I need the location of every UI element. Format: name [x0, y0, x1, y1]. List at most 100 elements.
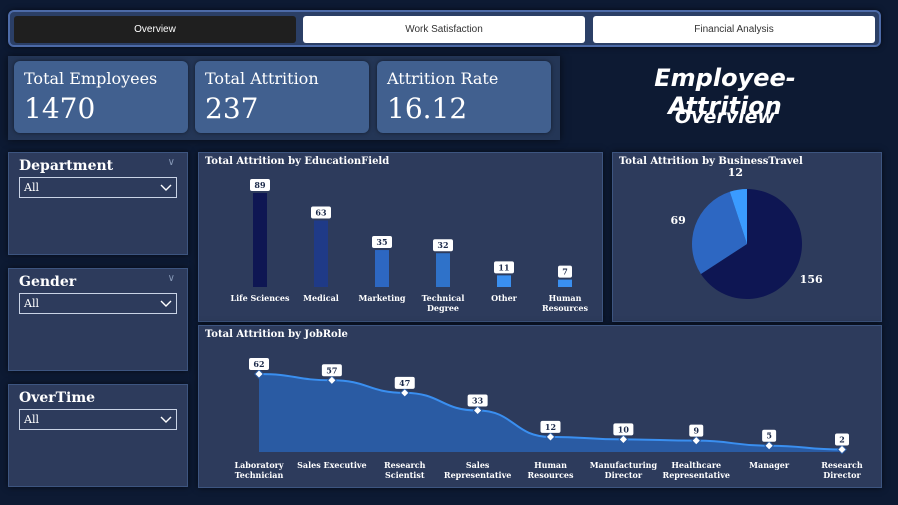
area-value-label: 9 — [689, 424, 704, 437]
bar[interactable] — [436, 253, 450, 287]
chevron-down-icon — [160, 184, 172, 191]
kpi-total-employees: Total Employees 1470 — [14, 61, 188, 133]
category-label: Marketing — [358, 293, 405, 303]
area-chart-svg: 62 LaboratoryTechnician 57 Sales Executive 4… — [234, 358, 863, 480]
overtime-dropdown[interactable]: All — [19, 409, 177, 430]
kpi-label: Total Attrition — [205, 69, 319, 88]
dropdown-value: All — [24, 413, 39, 426]
category-label: Medical — [303, 293, 339, 303]
page-subtitle: Overview — [674, 106, 776, 128]
category-label: Resources — [527, 470, 574, 480]
category-label: Research — [821, 460, 863, 470]
dropdown-value: All — [24, 181, 39, 194]
category-label: Healthcare — [671, 460, 721, 470]
category-label: Human — [549, 293, 582, 303]
slicer-title: Gender — [19, 274, 77, 290]
data-label: 10 — [618, 424, 630, 434]
kpi-attrition-rate: Attrition Rate 16.12 — [377, 61, 551, 133]
area-value-label: 2 — [835, 433, 849, 446]
chevron-down-icon — [160, 416, 172, 423]
bar[interactable] — [314, 220, 328, 287]
pie-value-label: 12 — [728, 166, 743, 179]
kpi-value: 1470 — [24, 92, 96, 125]
pie-chart-svg: 156 69 12 — [670, 166, 823, 299]
business-travel-chart: Total Attrition by BusinessTravel 156 69 1… — [612, 152, 882, 322]
chevron-down-icon[interactable]: ∨ — [168, 157, 175, 168]
page-tabs: Overview Work Satisfaction Financial Ana… — [8, 10, 881, 47]
slicer-gender: Gender ∨ All — [8, 268, 188, 371]
data-label: 89 — [254, 180, 266, 190]
data-label: 32 — [437, 240, 448, 250]
data-label: 11 — [498, 262, 509, 272]
kpi-total-attrition: Total Attrition 237 — [195, 61, 369, 133]
tab-financial-analysis[interactable]: Financial Analysis — [593, 16, 875, 43]
data-label: 63 — [315, 207, 327, 217]
slicer-title: OverTime — [19, 390, 96, 406]
category-label: Human — [534, 460, 567, 470]
category-label: Degree — [427, 303, 459, 313]
category-label: Sales — [466, 460, 490, 470]
bar-value-label: 35 — [372, 236, 392, 249]
data-label: 2 — [839, 434, 845, 444]
tab-overview[interactable]: Overview — [14, 16, 296, 43]
data-label: 47 — [399, 378, 410, 388]
slicer-department: Department ∨ All — [8, 152, 188, 255]
category-label: Scientist — [385, 470, 425, 480]
category-label: Manager — [749, 460, 790, 470]
kpi-label: Total Employees — [24, 69, 158, 88]
data-label: 7 — [562, 267, 568, 277]
data-label: 35 — [376, 237, 387, 247]
bar-value-label: 11 — [494, 261, 514, 274]
pie-value-label: 156 — [800, 273, 823, 286]
bar-value-label: 7 — [558, 265, 572, 278]
data-label: 5 — [766, 431, 772, 441]
kpi-label: Attrition Rate — [387, 69, 499, 88]
chevron-down-icon — [160, 300, 172, 307]
data-label: 9 — [693, 426, 699, 436]
area-value-label: 5 — [762, 429, 777, 442]
data-label: 57 — [326, 365, 337, 375]
area-value-label: 47 — [394, 376, 415, 389]
area-value-label: 57 — [321, 364, 342, 377]
bar[interactable] — [497, 275, 511, 287]
area-value-label: 10 — [613, 423, 634, 436]
category-label: Manufacturing — [590, 460, 658, 470]
category-label: Director — [823, 470, 861, 480]
slicer-title: Department — [19, 158, 114, 174]
area-point[interactable] — [837, 444, 847, 455]
category-label: Director — [605, 470, 643, 480]
pie-value-label: 69 — [670, 214, 685, 227]
category-label: Technician — [235, 470, 284, 480]
bar-value-label: 89 — [250, 179, 270, 191]
job-role-chart: Total Attrition by JobRole 62 Laboratory T… — [198, 325, 882, 488]
category-label: Research — [384, 460, 426, 470]
category-label: Representative — [663, 470, 730, 480]
dropdown-value: All — [24, 297, 39, 310]
area-value-label: 12 — [540, 420, 561, 433]
tab-work-satisfaction[interactable]: Work Satisfaction — [303, 16, 585, 43]
slicer-overtime: OverTime All — [8, 384, 188, 487]
department-dropdown[interactable]: All — [19, 177, 177, 198]
gender-dropdown[interactable]: All — [19, 293, 177, 314]
education-field-chart: Total Attrition by EducationField 89 Life… — [198, 152, 603, 322]
bar[interactable] — [375, 250, 389, 287]
category-label: Technical — [422, 293, 465, 303]
category-label: Sales Executive — [297, 460, 367, 470]
category-label: Laboratory — [234, 460, 283, 470]
chevron-down-icon[interactable]: ∨ — [168, 273, 175, 284]
data-label: 62 — [253, 359, 264, 369]
data-label: 33 — [472, 395, 484, 405]
area-value-label: 62 — [249, 358, 269, 370]
kpi-value: 16.12 — [387, 92, 468, 125]
bar[interactable] — [253, 193, 267, 287]
category-label: Other — [491, 293, 518, 303]
bar-value-label: 63 — [311, 206, 331, 219]
area-value-label: 33 — [467, 394, 488, 407]
bar-chart-svg: 89 Life Sciences 63 Medical 35 Marketing 32 Tec… — [230, 179, 589, 313]
category-label: Representative — [444, 470, 511, 480]
category-label: Life Sciences — [230, 293, 290, 303]
bar[interactable] — [558, 279, 572, 287]
data-label: 12 — [545, 422, 556, 432]
bar-value-label: 32 — [433, 239, 453, 252]
kpi-value: 237 — [205, 92, 259, 125]
